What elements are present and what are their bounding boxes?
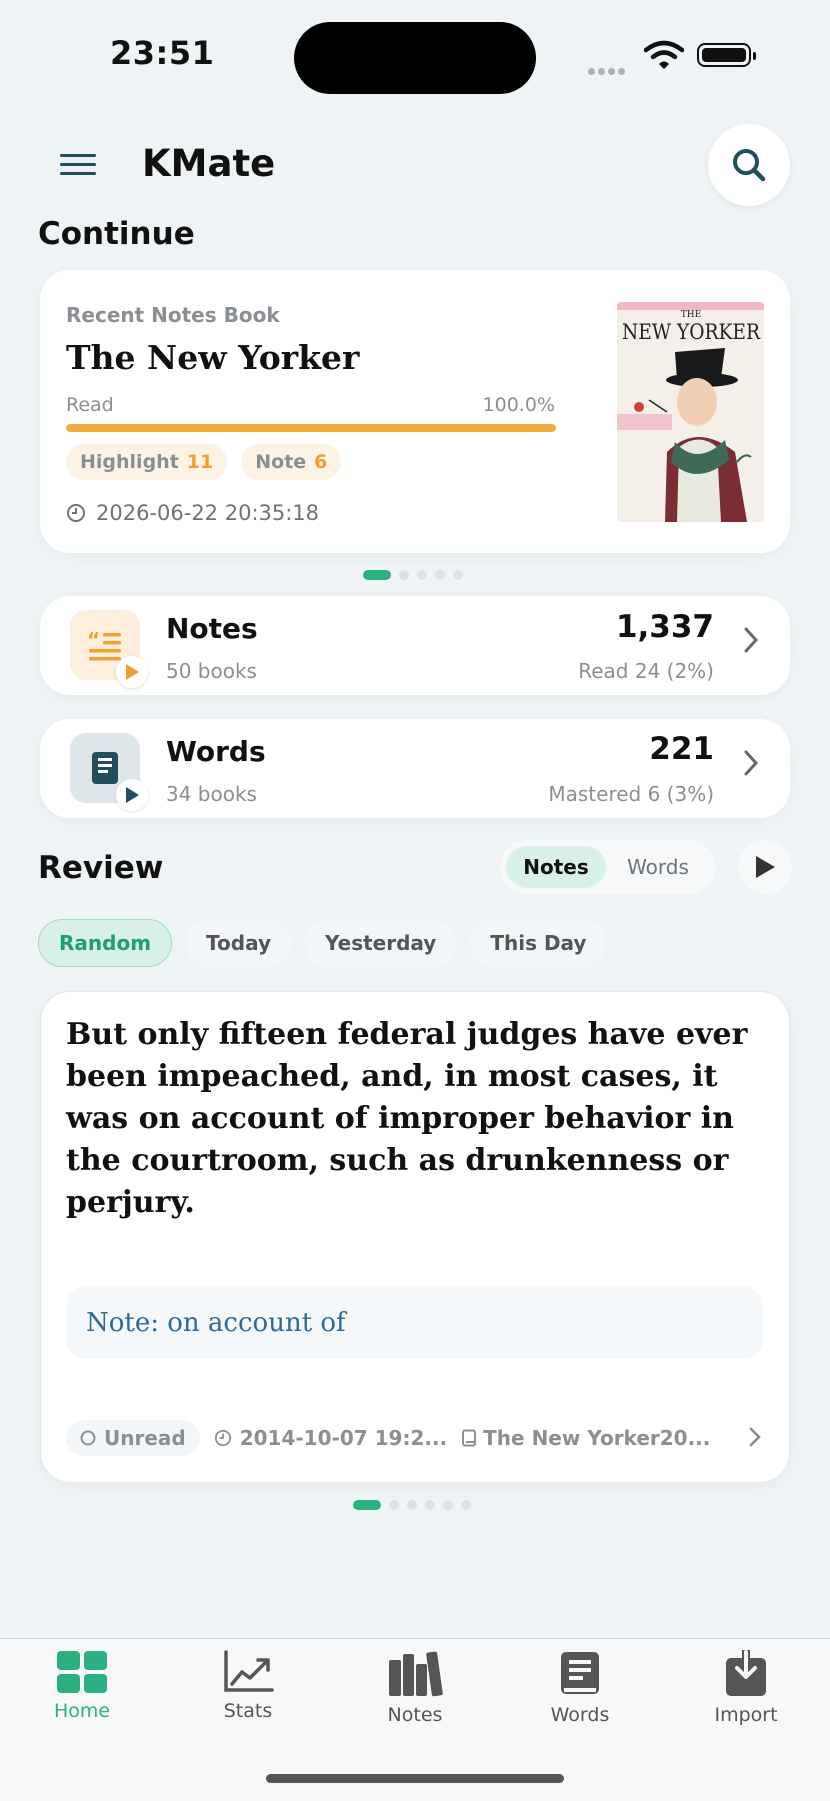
filter-this-day[interactable]: This Day [470, 919, 607, 967]
recent-book-label: Recent Notes Book [66, 303, 280, 327]
wifi-icon [643, 40, 685, 74]
words-stat-title: Words [166, 735, 266, 768]
pager-dot[interactable] [353, 1500, 381, 1510]
pager-dot[interactable] [443, 1500, 453, 1510]
book-cover-image: THE NEW YORKER [617, 302, 764, 522]
cellular-signal-icon [588, 60, 628, 79]
notes-stat-subtitle: 50 books [166, 659, 257, 683]
review-play-button[interactable] [738, 840, 792, 894]
pager-dot[interactable] [453, 570, 463, 580]
search-icon [733, 149, 766, 182]
battery-icon [697, 43, 756, 67]
segment-words[interactable]: Words [606, 846, 710, 888]
book-icon [561, 1652, 599, 1694]
app-title: KMate [142, 142, 276, 185]
review-segmented-control[interactable]: Notes Words [500, 840, 716, 894]
filter-yesterday[interactable]: Yesterday [305, 919, 457, 967]
filter-random[interactable]: Random [38, 919, 173, 967]
note-book: The New Yorker20... [461, 1426, 710, 1450]
note-text: Note: on account of [86, 1307, 346, 1338]
play-icon [756, 856, 775, 878]
segment-notes[interactable]: Notes [506, 846, 606, 888]
books-icon [389, 1651, 443, 1697]
pager-dot[interactable] [407, 1500, 417, 1510]
words-stat-detail: Mastered 6 (3%) [548, 782, 714, 806]
svg-text:“: “ [87, 628, 100, 652]
notes-stat-title: Notes [166, 612, 258, 645]
pager-dot[interactable] [389, 1500, 399, 1510]
clock-icon [214, 1429, 231, 1447]
highlight-count-chip: Highlight 11 [66, 444, 228, 480]
dynamic-island [294, 22, 536, 94]
chevron-right-icon[interactable] [748, 1426, 762, 1452]
words-stat-count: 221 [649, 731, 714, 767]
pager-dot[interactable] [425, 1500, 435, 1510]
tab-words[interactable]: Words [520, 1650, 640, 1726]
note-date: 2014-10-07 19:2... [214, 1426, 447, 1450]
pager-dot[interactable] [363, 570, 391, 580]
pager-dot[interactable] [461, 1500, 471, 1510]
continue-pager[interactable] [363, 570, 463, 580]
home-indicator [266, 1774, 564, 1783]
read-percent: 100.0% [482, 394, 555, 416]
pager-dot[interactable] [399, 570, 409, 580]
tab-import[interactable]: Import [686, 1650, 806, 1726]
clock-icon [67, 504, 85, 522]
note-count-chip: Note 6 [241, 444, 342, 480]
chevron-right-icon[interactable] [742, 749, 760, 785]
unread-status-chip[interactable]: Unread [66, 1420, 200, 1456]
tab-stats[interactable]: Stats [188, 1650, 308, 1722]
circle-icon [80, 1430, 96, 1446]
notes-play-icon[interactable] [116, 656, 148, 688]
review-filter-chips: Random Today Yesterday This Day [38, 919, 607, 967]
search-button[interactable] [708, 124, 790, 206]
book-icon [462, 1429, 477, 1447]
svg-text:THE: THE [681, 310, 701, 320]
notes-stat-detail: Read 24 (2%) [578, 659, 714, 683]
menu-icon[interactable] [60, 154, 96, 178]
recent-timestamp: 2026-06-22 20:35:18 [66, 501, 319, 525]
recent-book-title: The New Yorker [66, 338, 360, 377]
note-box: Note: on account of [66, 1286, 763, 1359]
review-card-meta: Unread 2014-10-07 19:2... The New Yorker… [66, 1420, 766, 1456]
review-section-title: Review [38, 850, 164, 886]
home-grid-icon [57, 1651, 107, 1693]
words-stat-subtitle: 34 books [166, 782, 257, 806]
highlight-quote: But only fifteen federal judges have eve… [66, 1017, 748, 1220]
filter-today[interactable]: Today [186, 919, 291, 967]
notes-stat-count: 1,337 [615, 609, 714, 645]
read-label: Read [66, 394, 114, 416]
status-time: 23:51 [110, 34, 215, 72]
chevron-right-icon[interactable] [742, 626, 760, 662]
words-play-icon[interactable] [116, 779, 148, 811]
pager-dot[interactable] [417, 570, 427, 580]
tab-notes[interactable]: Notes [355, 1650, 475, 1726]
continue-section-title: Continue [38, 216, 195, 252]
review-pager[interactable] [353, 1500, 471, 1510]
chart-icon [224, 1650, 274, 1692]
read-progress-bar [66, 424, 556, 432]
svg-text:NEW YORKER: NEW YORKER [622, 320, 761, 344]
pager-dot[interactable] [435, 570, 445, 580]
tab-home[interactable]: Home [22, 1650, 142, 1722]
import-icon [726, 1650, 766, 1696]
